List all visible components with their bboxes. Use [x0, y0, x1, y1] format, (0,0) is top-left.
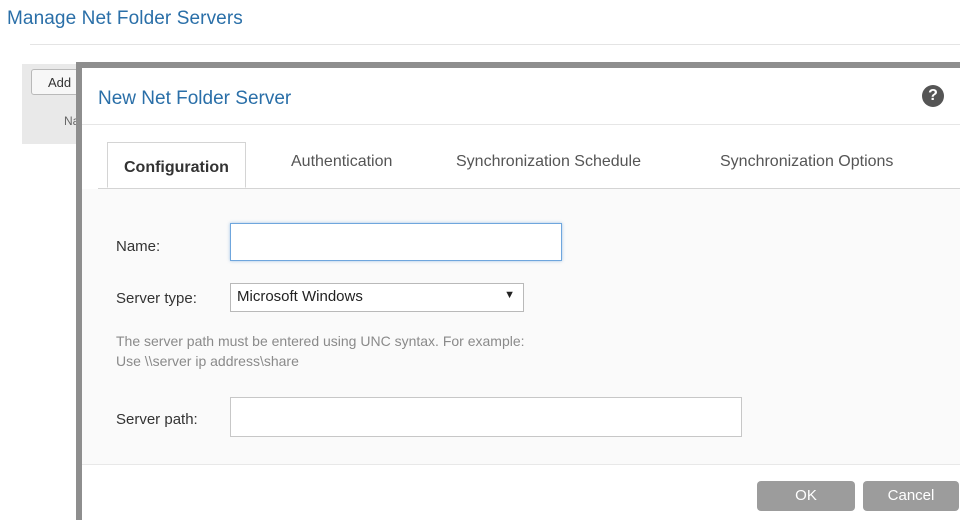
tab-authentication[interactable]: Authentication — [291, 142, 392, 188]
page-title: Manage Net Folder Servers — [7, 8, 243, 29]
dialog-title: New Net Folder Server — [98, 88, 292, 109]
chevron-down-icon: ▼ — [504, 289, 515, 301]
dialog-footer: OK Cancel — [82, 464, 960, 520]
title-divider — [30, 44, 960, 45]
tab-synchronization-schedule[interactable]: Synchronization Schedule — [456, 142, 641, 188]
server-type-label: Server type: — [116, 290, 197, 307]
server-path-label: Server path: — [116, 411, 198, 428]
server-path-input[interactable] — [230, 397, 742, 437]
dialog-header: New Net Folder Server ? — [82, 68, 960, 125]
name-input[interactable] — [230, 223, 562, 261]
ok-button[interactable]: OK — [757, 481, 855, 511]
server-type-value: Microsoft Windows — [237, 288, 363, 305]
tab-bar: Configuration Authentication Synchroniza… — [98, 142, 960, 189]
new-net-folder-server-dialog: New Net Folder Server ? Configuration Au… — [76, 62, 960, 520]
unc-hint-line1: The server path must be entered using UN… — [116, 333, 525, 349]
tab-configuration[interactable]: Configuration — [107, 142, 246, 188]
cancel-button[interactable]: Cancel — [863, 481, 959, 511]
server-type-select[interactable]: Microsoft Windows ▼ — [230, 283, 524, 312]
unc-hint-line2: Use \\server ip address\share — [116, 353, 299, 369]
tab-synchronization-options[interactable]: Synchronization Options — [720, 142, 893, 188]
name-label: Name: — [116, 238, 161, 255]
configuration-form: Name: Server type: Microsoft Windows ▼ T… — [82, 189, 960, 465]
help-icon[interactable]: ? — [922, 85, 944, 107]
